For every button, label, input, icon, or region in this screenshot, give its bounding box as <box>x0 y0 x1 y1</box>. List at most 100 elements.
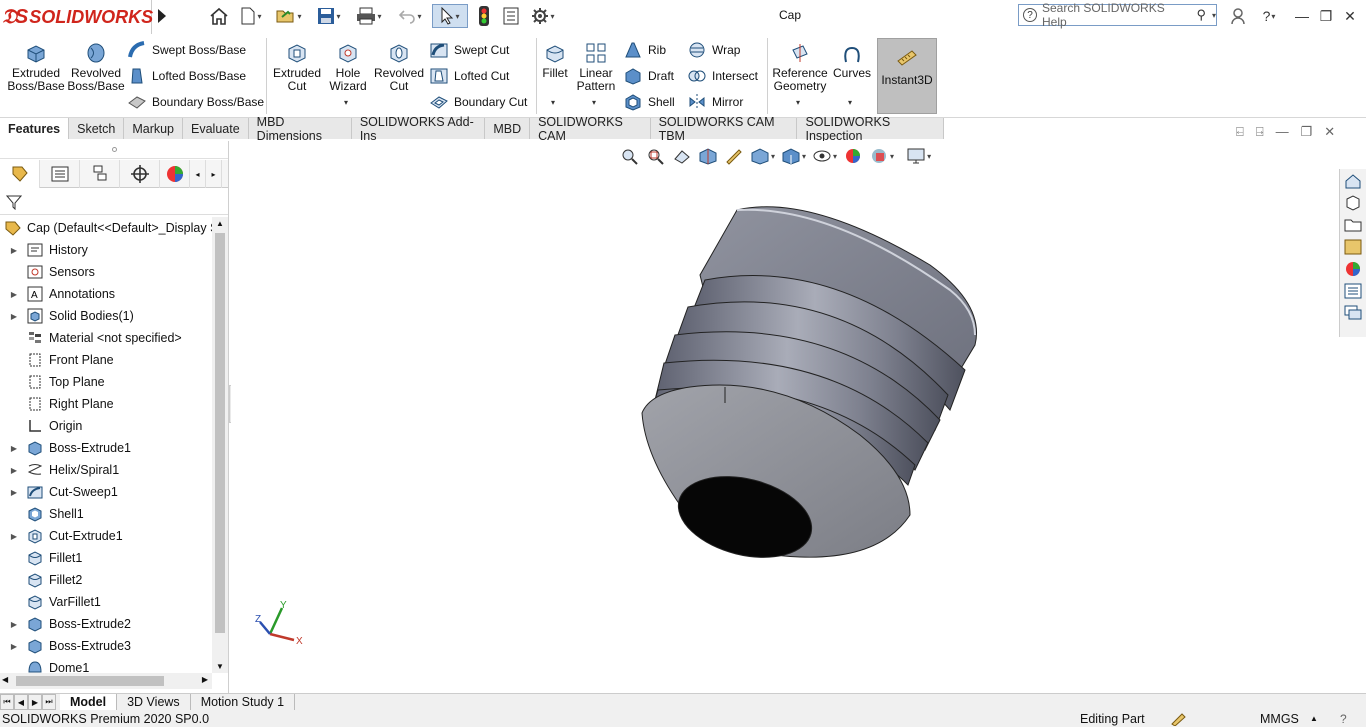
view-settings-dropdown[interactable]: ▾ <box>906 147 931 165</box>
tree-item-dome1[interactable]: Dome1 <box>0 657 212 673</box>
custom-properties-icon[interactable] <box>1342 281 1364 301</box>
file-explorer-icon[interactable] <box>1342 215 1364 235</box>
hole-wizard-dropdown-icon[interactable]: ▾ <box>344 98 348 107</box>
viewport-close-icon[interactable]: ✕ <box>1324 124 1335 140</box>
tree-item-top-plane[interactable]: Top Plane <box>0 371 212 393</box>
expand-arrow-icon[interactable]: ▶ <box>8 488 20 497</box>
revolved-boss-button[interactable]: Revolved Boss/Base <box>67 34 125 93</box>
filter-icon[interactable] <box>6 194 22 210</box>
forum-icon[interactable] <box>1342 303 1364 323</box>
prev-tab-icon[interactable]: ◀ <box>14 694 28 710</box>
rib-button[interactable]: Rib <box>624 39 666 61</box>
user-account-icon[interactable] <box>1226 6 1250 26</box>
tree-item-varfillet1[interactable]: VarFillet1 <box>0 591 212 613</box>
tree-item-origin[interactable]: Origin <box>0 415 212 437</box>
wrap-button[interactable]: Wrap <box>688 39 740 61</box>
help-menu-icon[interactable]: ? ▾ <box>1254 6 1284 26</box>
next-view-icon[interactable]: ⍈ <box>1256 124 1264 140</box>
tree-item-fillet1[interactable]: Fillet1 <box>0 547 212 569</box>
undo-icon[interactable]: ▾ <box>393 4 427 28</box>
curves-button[interactable]: Curves <box>832 34 872 80</box>
mirror-button[interactable]: Mirror <box>688 91 743 113</box>
tab-solidworks-cam-tbm[interactable]: SOLIDWORKS CAM TBM <box>651 115 798 143</box>
status-units[interactable]: MMGS <box>1260 712 1299 726</box>
status-help-icon[interactable]: ? <box>1340 712 1347 726</box>
viewport-minimize-icon[interactable]: — <box>1276 124 1289 140</box>
display-style-dropdown[interactable]: ▾ <box>781 147 806 165</box>
tree-item-cut-extrude1[interactable]: ▶ Cut-Extrude1 <box>0 525 212 547</box>
linear-pattern-button[interactable]: Linear Pattern <box>574 34 618 93</box>
view-orientation-dropdown[interactable]: ▾ <box>750 147 775 165</box>
tab-mbd[interactable]: MBD <box>485 118 531 139</box>
dynamic-annotation-icon[interactable] <box>724 147 744 165</box>
tab-markup[interactable]: Markup <box>124 118 184 139</box>
rebuild-traffic-light-icon[interactable] <box>476 4 492 28</box>
view-palette-icon[interactable] <box>1342 237 1364 257</box>
tree-item-boss-extrude2[interactable]: ▶ Boss-Extrude2 <box>0 613 212 635</box>
display-manager-tab-icon[interactable] <box>160 160 190 188</box>
apply-scene-dropdown[interactable]: ▾ <box>869 147 894 165</box>
configuration-manager-tab-icon[interactable] <box>80 160 120 188</box>
fillet-button[interactable]: Fillet <box>540 34 570 80</box>
expand-arrow-icon[interactable]: ▶ <box>8 290 20 299</box>
tree-item-front-plane[interactable]: Front Plane <box>0 349 212 371</box>
expand-arrow-icon[interactable]: ▶ <box>8 642 20 651</box>
draft-button[interactable]: Draft <box>624 65 674 87</box>
units-dropdown-icon[interactable]: ▲ <box>1310 714 1318 723</box>
tree-item-material-not-specified[interactable]: Material <not specified> <box>0 327 212 349</box>
tree-item-fillet2[interactable]: Fillet2 <box>0 569 212 591</box>
zoom-to-fit-icon[interactable] <box>620 147 640 165</box>
tree-item-cut-sweep1[interactable]: ▶ Cut-Sweep1 <box>0 481 212 503</box>
property-manager-tab-icon[interactable] <box>40 160 80 188</box>
tab-solidworks-add-ins[interactable]: SOLIDWORKS Add-Ins <box>352 115 486 143</box>
print-icon[interactable]: ▾ <box>352 4 386 28</box>
extruded-boss-button[interactable]: Extruded Boss/Base <box>6 34 66 93</box>
scroll-down-icon[interactable]: ▼ <box>212 662 228 671</box>
restore-icon[interactable]: ❐ <box>1314 6 1338 26</box>
bottom-tab-3d-views[interactable]: 3D Views <box>117 694 191 710</box>
solidworks-logo[interactable]: 𝔇S SOLIDWORKS <box>2 0 153 34</box>
home-icon[interactable] <box>207 4 231 28</box>
bottom-tab-motion-study-1[interactable]: Motion Study 1 <box>191 694 296 710</box>
hide-show-items-dropdown[interactable]: ▾ <box>812 147 837 165</box>
tree-item-sensors[interactable]: Sensors <box>0 261 212 283</box>
revolved-cut-button[interactable]: Revolved Cut <box>374 34 424 93</box>
expand-arrow-icon[interactable]: ▶ <box>8 312 20 321</box>
search-icon[interactable]: ⚲ <box>1196 7 1206 23</box>
lofted-boss-button[interactable]: Lofted Boss/Base <box>128 65 246 87</box>
cap-3d-model[interactable] <box>630 195 1000 575</box>
appearances-icon[interactable] <box>1342 259 1364 279</box>
first-tab-icon[interactable]: ⏮ <box>0 694 14 710</box>
section-view-icon[interactable] <box>698 147 718 165</box>
shell-button[interactable]: Shell <box>624 91 675 113</box>
minimize-icon[interactable]: — <box>1290 6 1314 26</box>
reference-geometry-dropdown-icon[interactable]: ▾ <box>796 98 800 107</box>
scroll-left-icon[interactable]: ◀ <box>2 675 8 684</box>
reference-geometry-button[interactable]: Reference Geometry <box>770 34 830 93</box>
expand-arrow-icon[interactable]: ▶ <box>8 246 20 255</box>
viewport-restore-icon[interactable]: ❐ <box>1301 124 1313 140</box>
scroll-right-icon[interactable]: ▶ <box>202 675 208 684</box>
tree-filter[interactable] <box>0 189 228 215</box>
instant3d-button[interactable]: Instant3D <box>877 38 937 114</box>
lofted-cut-button[interactable]: Lofted Cut <box>430 65 509 87</box>
hole-wizard-button[interactable]: Hole Wizard <box>324 34 372 93</box>
open-folder-icon[interactable]: ▾ <box>272 4 306 28</box>
previous-view-icon[interactable] <box>672 147 692 165</box>
new-document-icon[interactable]: ▾ <box>234 4 268 28</box>
tree-item-solid-bodies-1[interactable]: ▶ Solid Bodies(1) <box>0 305 212 327</box>
boundary-cut-button[interactable]: Boundary Cut <box>430 91 527 113</box>
close-icon[interactable]: ✕ <box>1338 6 1362 26</box>
tab-sketch[interactable]: Sketch <box>69 118 125 139</box>
tree-horizontal-scrollbar[interactable]: ◀ ▶ <box>0 673 212 689</box>
tab-solidworks-cam[interactable]: SOLIDWORKS CAM <box>530 115 651 143</box>
expand-menu-arrow-icon[interactable] <box>155 4 169 28</box>
panel-splitter-handle[interactable] <box>0 141 228 159</box>
swept-cut-button[interactable]: Swept Cut <box>430 39 509 61</box>
tab-evaluate[interactable]: Evaluate <box>183 118 249 139</box>
tree-root-part[interactable]: Cap (Default<<Default>_Display S <box>0 217 212 239</box>
intersect-button[interactable]: Intersect <box>688 65 758 87</box>
save-icon[interactable]: ▾ <box>312 4 346 28</box>
last-tab-icon[interactable]: ⏭ <box>42 694 56 710</box>
design-library-icon[interactable] <box>1342 193 1364 213</box>
